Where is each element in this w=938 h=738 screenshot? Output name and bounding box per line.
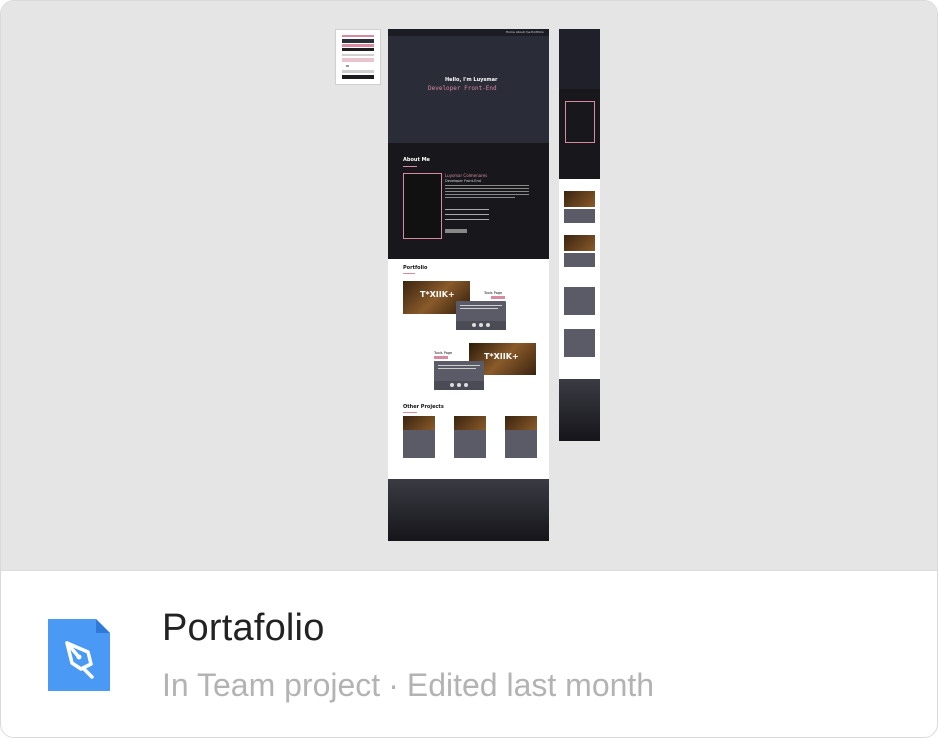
pen-tool-file-icon: [48, 619, 110, 691]
about-role: Developer Front-End: [445, 179, 481, 183]
file-title[interactable]: Portafolio: [162, 607, 325, 650]
about-section: About Me Luysmar Colmenares Developer Fr…: [388, 143, 549, 259]
project-card-panel: [456, 301, 506, 330]
file-preview[interactable]: Home About me Portfolio Hello, I'm Luysm…: [1, 1, 937, 571]
hero-section: Home About me Portfolio Hello, I'm Luysm…: [388, 29, 549, 143]
mobile-frame-thumbnail: [559, 29, 600, 441]
file-info: Portafolio In Team project · Edited last m…: [1, 571, 937, 737]
about-photo: [403, 173, 442, 239]
about-text-lines: [445, 185, 529, 233]
portfolio-heading: Portfolio: [403, 265, 428, 271]
about-name: Luysmar Colmenares: [445, 173, 488, 178]
footer-section: [388, 479, 549, 541]
portfolio-section: Portfolio T*XIIK+ Tools Page T*XIIK+ Too…: [388, 259, 549, 404]
hero-greeting: Hello, I'm Luysmar: [445, 77, 498, 83]
file-location[interactable]: In Team project: [162, 667, 380, 703]
other-projects-section: Other Projects: [388, 404, 549, 479]
page-thumbnail: [335, 29, 381, 85]
project-card-title: Tools Page: [484, 291, 503, 295]
desktop-frame-thumbnail: Home About me Portfolio Hello, I'm Luysm…: [388, 29, 549, 541]
about-heading: About Me: [403, 157, 430, 163]
last-edited: Edited last month: [406, 667, 655, 703]
other-projects-heading: Other Projects: [403, 404, 444, 410]
hero-role: Developer Front-End: [428, 85, 497, 92]
separator: ·: [388, 667, 399, 703]
file-subtitle: In Team project · Edited last month: [162, 667, 654, 704]
file-card[interactable]: Home About me Portfolio Hello, I'm Luysm…: [0, 0, 938, 738]
hero-nav: Home About me Portfolio: [506, 30, 544, 34]
